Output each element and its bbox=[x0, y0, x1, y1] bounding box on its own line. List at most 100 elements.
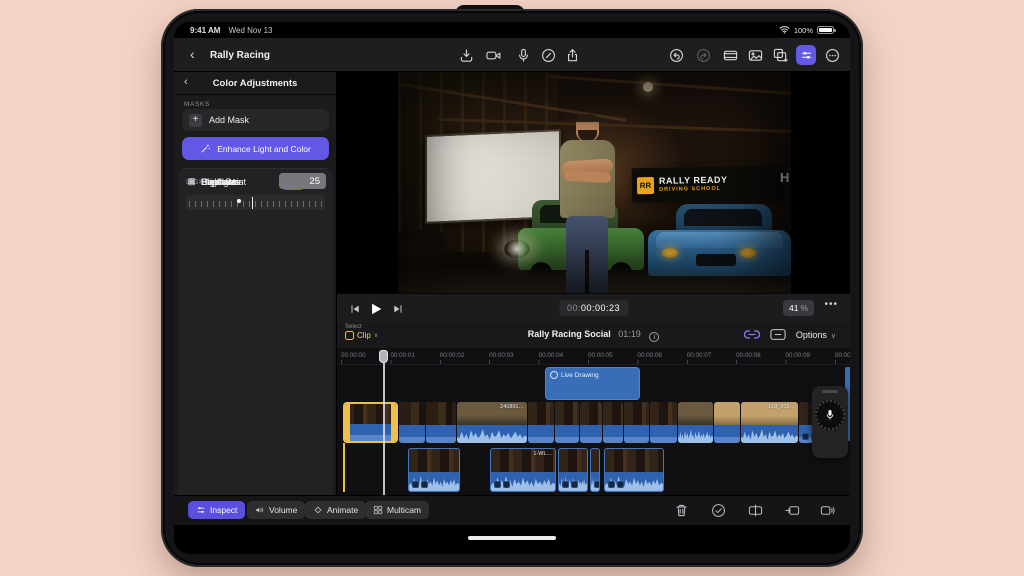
clip-thumbnail bbox=[345, 404, 396, 424]
timeline-clip[interactable] bbox=[426, 402, 456, 443]
transport-bar: 00:00:00:23 41% ••• bbox=[337, 293, 850, 322]
home-indicator[interactable] bbox=[468, 536, 556, 540]
add-mask-button[interactable]: + Add Mask bbox=[182, 109, 329, 131]
inspect-button[interactable]: Inspect bbox=[188, 501, 245, 519]
timeline-ruler[interactable]: 00:00:0000:00:0100:00:0200:00:0300:00:04… bbox=[337, 348, 850, 365]
live-drawing-clip-icon bbox=[550, 371, 558, 379]
record-video-button[interactable] bbox=[485, 47, 502, 64]
back-chevron-icon[interactable]: ‹ bbox=[190, 46, 195, 63]
selection-guide-line bbox=[343, 443, 345, 492]
clip-thumbnail bbox=[678, 402, 713, 425]
panel-header: ‹ Color Adjustments bbox=[174, 72, 336, 95]
timeline[interactable]: 00:00:0000:00:0100:00:0200:00:0300:00:04… bbox=[337, 348, 850, 495]
ruler-timestamp: 00:00:06 bbox=[637, 348, 686, 364]
timeline-clip[interactable] bbox=[555, 402, 579, 443]
import-media-button[interactable] bbox=[458, 47, 475, 64]
timeline-clip[interactable]: 1-WL… bbox=[490, 448, 556, 492]
viewer-more-button[interactable]: ••• bbox=[824, 299, 838, 310]
live-drawing-clip[interactable]: Live Drawing bbox=[545, 367, 640, 400]
info-icon[interactable]: i bbox=[649, 332, 659, 342]
share-button[interactable] bbox=[564, 47, 581, 64]
viewer-area: RR RALLY READY DRIVING SCHOOL H bbox=[337, 72, 850, 293]
timeline-duration: 01:19 bbox=[618, 329, 641, 339]
connect-clips-icon[interactable] bbox=[743, 327, 760, 342]
enhance-light-color-button[interactable]: Enhance Light and Color bbox=[182, 137, 329, 160]
undo-button[interactable] bbox=[668, 47, 685, 64]
photos-button[interactable] bbox=[747, 47, 764, 64]
clip-waveform bbox=[457, 425, 527, 443]
redo-button[interactable] bbox=[695, 47, 712, 64]
slider-value[interactable]: 25 bbox=[279, 173, 326, 189]
timeline-clip[interactable] bbox=[678, 402, 713, 443]
adjustment-slider-row: ◎ Shadows 25 bbox=[178, 168, 333, 219]
timeline-clip[interactable] bbox=[650, 402, 677, 443]
timeline-clip[interactable] bbox=[604, 448, 664, 492]
timeline-view-button[interactable] bbox=[769, 327, 786, 342]
magic-wand-icon bbox=[200, 143, 211, 154]
clip-thumbnail bbox=[624, 402, 649, 425]
clip-effect-badges bbox=[494, 481, 510, 488]
clip-filename: DJI_202… bbox=[769, 404, 795, 410]
timecode-display[interactable]: 00:00:00:23 bbox=[559, 300, 628, 316]
ruler-timestamp: 00:00:03 bbox=[489, 348, 538, 364]
clip-effect-badges bbox=[594, 481, 600, 488]
more-options-button[interactable] bbox=[824, 47, 841, 64]
video-preview[interactable]: RR RALLY READY DRIVING SCHOOL H bbox=[398, 72, 791, 293]
ruler-timestamp: 00:00:07 bbox=[687, 348, 736, 364]
ruler-timestamp: 00:00:01 bbox=[390, 348, 439, 364]
voiceover-mic-button[interactable] bbox=[515, 47, 532, 64]
options-chevron-icon: ∨ bbox=[831, 333, 836, 340]
multicam-button[interactable]: Multicam bbox=[365, 501, 429, 519]
letterbox-overlay-button[interactable] bbox=[722, 47, 739, 64]
insert-clip-button[interactable] bbox=[785, 503, 801, 519]
volume-button[interactable]: Volume bbox=[247, 501, 305, 519]
timeline-clip[interactable] bbox=[343, 402, 398, 443]
detach-audio-button[interactable] bbox=[820, 503, 836, 519]
timeline-project-title: Rally Racing Social bbox=[528, 329, 611, 339]
timeline-clip[interactable] bbox=[590, 448, 600, 492]
timeline-clip[interactable] bbox=[714, 402, 740, 443]
status-date: Wed Nov 13 bbox=[229, 26, 273, 35]
jog-wheel-panel[interactable] bbox=[812, 386, 848, 458]
live-drawing-tool-button[interactable] bbox=[540, 47, 557, 64]
skip-to-start-button[interactable] bbox=[347, 301, 363, 317]
slider-line-marker[interactable] bbox=[252, 197, 254, 209]
drag-handle[interactable] bbox=[822, 390, 838, 393]
playhead-line bbox=[383, 362, 385, 495]
animate-button[interactable]: Animate bbox=[305, 501, 366, 519]
delete-clip-button[interactable] bbox=[674, 503, 690, 519]
timeline-clip[interactable] bbox=[399, 402, 425, 443]
play-button[interactable] bbox=[368, 301, 384, 317]
timeline-clip[interactable] bbox=[528, 402, 554, 443]
timeline-clip[interactable] bbox=[580, 402, 602, 443]
skip-to-end-button[interactable] bbox=[390, 301, 406, 317]
clip-thumbnail bbox=[650, 402, 677, 425]
split-clip-button[interactable] bbox=[748, 503, 764, 519]
approve-clip-button[interactable] bbox=[711, 503, 727, 519]
timeline-clip[interactable] bbox=[408, 448, 460, 492]
voiceover-record-dial[interactable] bbox=[815, 400, 845, 430]
clip-thumbnail bbox=[580, 402, 602, 425]
clip-filename: 240891… bbox=[500, 404, 524, 410]
ruler-timestamp: 00:00:05 bbox=[588, 348, 637, 364]
timeline-header: Select Clip ∨ Rally Racing Social 01:19 … bbox=[337, 322, 850, 348]
add-overlay-button[interactable] bbox=[772, 47, 789, 64]
timeline-clip[interactable]: 240891… bbox=[457, 402, 527, 443]
timeline-clip[interactable] bbox=[603, 402, 623, 443]
clip-waveform bbox=[678, 425, 713, 443]
inspector-toggle-button[interactable] bbox=[796, 45, 816, 65]
timeline-options-button[interactable]: Options∨ bbox=[796, 330, 836, 340]
viewer-zoom-button[interactable]: 41% bbox=[783, 300, 814, 316]
timeline-clip[interactable] bbox=[624, 402, 649, 443]
ipad-device-frame: 9:41 AM Wed Nov 13 100% ‹ Rally Racing bbox=[161, 9, 863, 567]
slider-ruler[interactable] bbox=[186, 195, 325, 210]
slider-name: Shadows bbox=[201, 177, 238, 187]
top-toolbar: ‹ Rally Racing bbox=[174, 38, 850, 72]
desktop-background: 9:41 AM Wed Nov 13 100% ‹ Rally Racing bbox=[0, 0, 1024, 576]
clip-thumbnail bbox=[426, 402, 456, 425]
bottom-toolbar: Inspect Volume Animate Multicam bbox=[174, 495, 850, 525]
color-adjustments-panel: ‹ Color Adjustments MASKS + Add Mask Enh… bbox=[174, 72, 337, 495]
battery-icon bbox=[817, 26, 834, 34]
timeline-clip[interactable]: DJI_202… bbox=[741, 402, 798, 443]
timeline-clip[interactable] bbox=[558, 448, 588, 492]
